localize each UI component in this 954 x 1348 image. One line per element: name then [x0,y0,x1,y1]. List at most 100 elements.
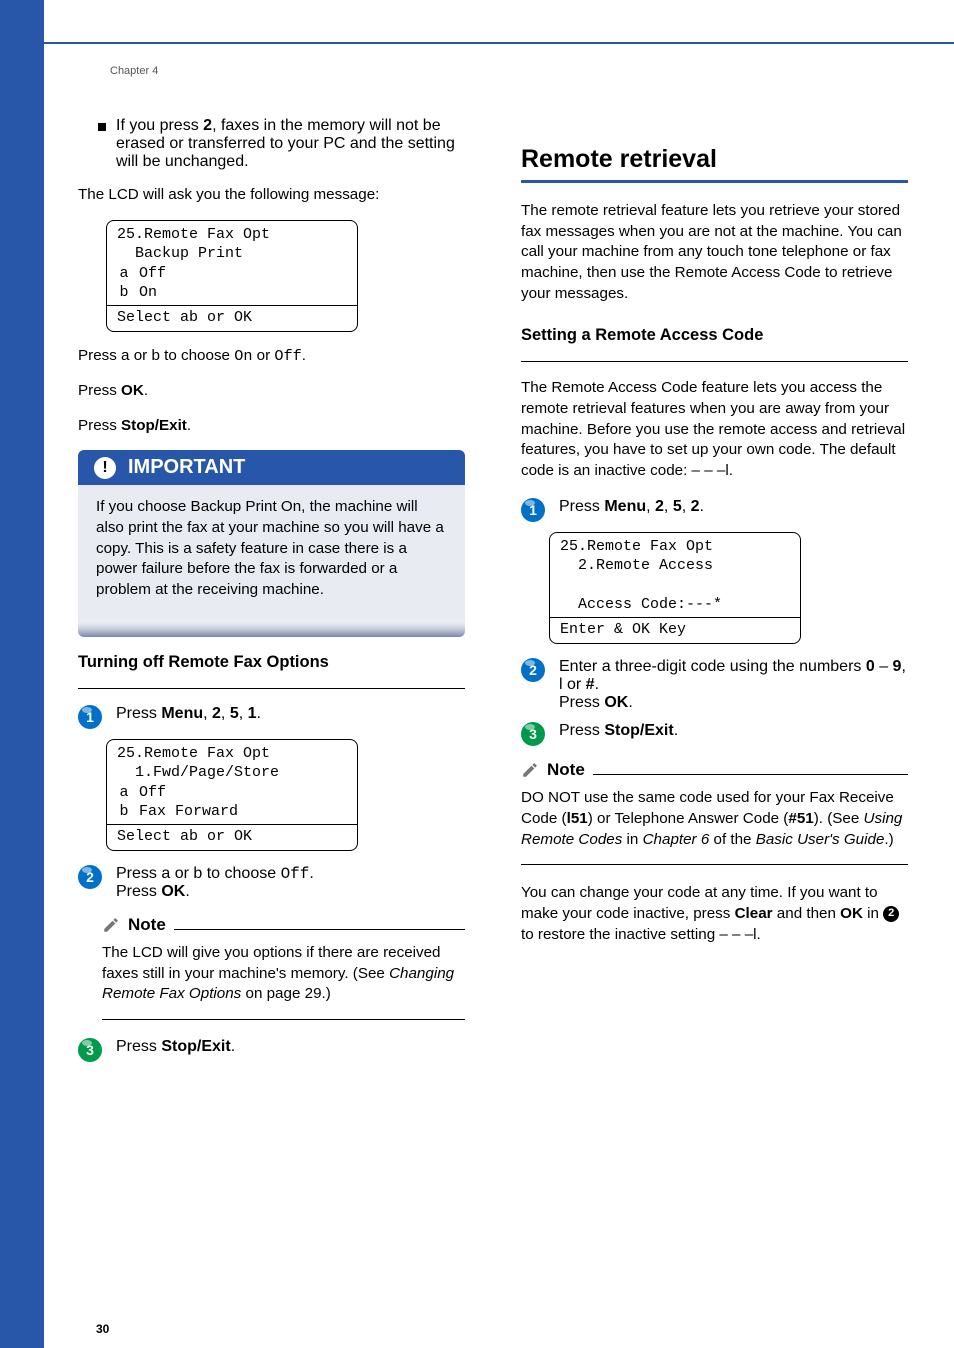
step-text: Press Stop/Exit. [559,722,678,740]
lcd-display-backup-print: 25.Remote Fax Opt Backup Print a Off b O… [106,220,358,333]
step-3: 3 Press Stop/Exit. [521,722,908,746]
text: on page 29.) [241,985,331,1002]
text: in [622,831,642,848]
lcd-line: Access Code:---* [560,595,790,615]
text: or [170,865,193,882]
step-1: 1 Press Menu, 2, 5, 2. [521,498,908,522]
step-text: Press Stop/Exit. [116,1038,235,1056]
note-text: DO NOT use the same code used for your F… [521,788,908,850]
chapter-label: Chapter 4 [110,65,465,77]
text: . [185,883,189,900]
step-text: Press Menu, 2, 5, 2. [559,498,704,516]
text: . [309,865,313,882]
clear-label: Clear [735,905,773,922]
subheading-setting-code: Setting a Remote Access Code [521,326,908,345]
stopexit-label: Stop/Exit [121,417,187,434]
text: to restore the inactive setting – – –l. [521,926,761,943]
text: Press [116,1038,161,1055]
note-block: Note DO NOT use the same code used for y… [521,760,908,865]
section-title-remote-retrieval: Remote retrieval [521,145,908,174]
link-text: Chapter 6 [643,831,710,848]
closing-paragraph: You can change your code at any time. If… [521,883,908,945]
lcd-literal: Off [274,347,301,365]
stopexit-label: Stop/Exit [604,722,673,739]
step-text: Enter a three-digit code using the numbe… [559,658,908,712]
heading-underline [521,361,908,362]
stopexit-label: Stop/Exit [161,1038,230,1055]
step-badge-1: 1 [521,498,545,522]
note-bottom-rule [102,1019,465,1020]
text: Enter a three-digit code using the numbe… [559,658,866,675]
note-label: Note [128,915,166,935]
important-title: IMPORTANT [128,456,245,479]
text: .) [884,831,893,848]
lcd-divider [550,617,800,618]
note-top-rule [174,929,465,930]
lcd-blank [560,576,790,596]
lcd-option-row: b Fax Forward [117,802,347,822]
text: of the [709,831,755,848]
lcd-line: 25.Remote Fax Opt [560,537,790,557]
text: . [257,705,261,722]
text: If you press [116,117,203,134]
left-blue-sidebar [0,0,44,1348]
lcd-line: 1.Fwd/Page/Store [117,763,347,783]
lcd-line: 2.Remote Access [560,556,790,576]
menu-label: Menu [604,498,646,515]
lcd-option: Off [139,783,166,803]
triangle-up-icon: a [117,264,131,284]
lcd-literal: Off [281,865,310,883]
step-text: Press Menu, 2, 5, 1. [116,705,261,723]
key-5: 5 [230,705,239,722]
important-callout: ! IMPORTANT If you choose Backup Print O… [78,450,465,626]
lcd-footer: Select ab or OK [117,827,347,847]
text: – [875,658,893,675]
text: Press [559,722,604,739]
text: Press [78,347,121,364]
bullet-text: If you press 2, faxes in the memory will… [116,117,465,171]
key-1: 1 [248,705,257,722]
lcd-divider [107,824,357,825]
step-2: 2 Press a or b to choose Off. Press OK. [78,865,465,901]
lcd-option: Off [139,264,166,284]
press-ok-line: Press OK. [78,381,465,402]
text: . [302,347,306,364]
note-header: Note [102,915,465,935]
menu-label: Menu [161,705,203,722]
text: or [130,347,152,364]
section-underline [521,180,908,183]
note-bottom-rule [521,864,908,865]
text: , [221,705,230,722]
code-hash51: #51 [788,810,813,827]
note-text: The LCD will give you options if there a… [102,943,465,1005]
text: Press [559,694,604,711]
important-header: ! IMPORTANT [78,450,465,485]
text: or [252,347,274,364]
text: . [144,382,148,399]
header-divider [0,42,954,44]
lcd-display-fwd-page-store: 25.Remote Fax Opt 1.Fwd/Page/Store a Off… [106,739,358,852]
ok-label: OK [161,883,185,900]
note-label: Note [547,760,585,780]
text: , [239,705,248,722]
step-1: 1 Press Menu, 2, 5, 1. [78,705,465,729]
exclamation-icon: ! [94,457,116,479]
triangle-up-icon: a [121,347,129,364]
note-header: Note [521,760,908,780]
important-body: If you choose Backup Print On, the machi… [78,485,465,626]
step-3: 3 Press Stop/Exit. [78,1038,465,1062]
lcd-literal: On [234,347,252,365]
digit-0: 0 [866,658,875,675]
press-updown-line: Press a or b to choose On or Off. [78,346,465,367]
page-number: 30 [96,1322,109,1336]
text: Press [78,417,121,434]
text: Press [116,705,161,722]
lcd-option: On [139,283,157,303]
lcd-option-row: a Off [117,783,347,803]
lcd-footer: Enter & OK Key [560,620,790,640]
link-text: Basic User's Guide [756,831,885,848]
note-block: Note The LCD will give you options if th… [102,915,465,1020]
square-bullet-icon [98,123,106,131]
ok-label: OK [121,382,144,399]
ok-label: OK [604,694,628,711]
